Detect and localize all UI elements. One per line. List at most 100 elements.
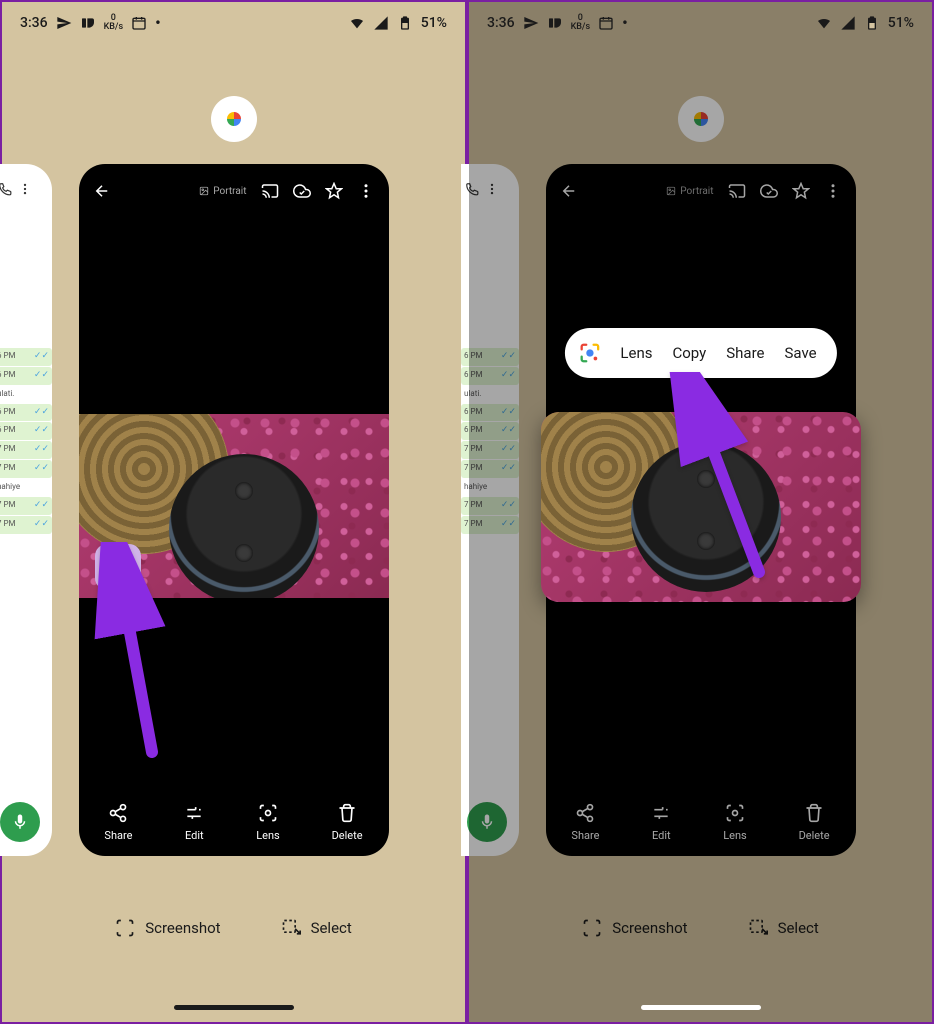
status-time: 3:36 bbox=[20, 15, 48, 31]
select-button[interactable]: Select bbox=[748, 918, 819, 938]
network-speed: 0 KB/s bbox=[104, 14, 124, 32]
screenshot-icon bbox=[582, 918, 602, 938]
more-vert-icon[interactable] bbox=[824, 182, 842, 200]
voice-message-button[interactable] bbox=[0, 802, 40, 842]
cast-icon[interactable] bbox=[261, 182, 279, 200]
chat-row: 6 PM✓✓ bbox=[461, 367, 519, 385]
lens-button[interactable]: Lens bbox=[256, 803, 280, 842]
image-action-popup: Lens Copy Share Save bbox=[564, 328, 836, 378]
chat-row: hahiye bbox=[0, 479, 52, 496]
back-icon[interactable] bbox=[560, 182, 578, 200]
mic-icon bbox=[11, 813, 29, 831]
send-icon bbox=[56, 15, 72, 31]
recents-footer: Screenshot Select bbox=[469, 918, 932, 938]
chat-row: 7 PM✓✓ bbox=[0, 497, 52, 515]
lens-icon bbox=[725, 803, 745, 823]
screenshot-button[interactable]: Screenshot bbox=[115, 918, 220, 938]
calendar-icon bbox=[598, 15, 614, 31]
google-lens-icon bbox=[578, 342, 600, 364]
annotation-arrow bbox=[659, 372, 779, 586]
chat-row: ulati. bbox=[0, 386, 52, 403]
share-icon bbox=[575, 803, 595, 823]
photo-viewer-topbar: Portrait bbox=[546, 164, 856, 210]
battery-percent: 51% bbox=[421, 15, 447, 31]
screenshot-right: 3:36 0 KB/s • 51% bbox=[467, 0, 934, 1024]
chat-row: hahiye bbox=[461, 479, 519, 496]
chat-row: 6 PM✓✓ bbox=[0, 348, 52, 366]
signal-icon bbox=[840, 15, 856, 31]
chat-row: 7 PM✓✓ bbox=[461, 516, 519, 534]
phone-icon bbox=[0, 182, 12, 199]
star-icon[interactable] bbox=[325, 182, 343, 200]
select-button[interactable]: Select bbox=[281, 918, 352, 938]
mode-label: Portrait bbox=[666, 186, 713, 197]
more-vert-icon[interactable] bbox=[485, 182, 499, 199]
calendar-icon bbox=[131, 15, 147, 31]
photo-viewer-bottombar: Share Edit Lens Delete bbox=[79, 803, 389, 842]
chat-row: 7 PM✓✓ bbox=[461, 497, 519, 515]
popup-share-button[interactable]: Share bbox=[726, 344, 764, 362]
battery-percent: 51% bbox=[888, 15, 914, 31]
wifi-icon bbox=[349, 15, 365, 31]
screenshot-left: 3:36 0 KB/s • 51% bbox=[0, 0, 467, 1024]
chat-row: 6 PM✓✓ bbox=[461, 422, 519, 440]
chat-row: 6 PM✓✓ bbox=[0, 367, 52, 385]
cast-icon[interactable] bbox=[728, 182, 746, 200]
chat-row: 6 PM✓✓ bbox=[0, 422, 52, 440]
app-icon-google-photos[interactable] bbox=[211, 96, 257, 142]
status-bar: 3:36 0 KB/s • 51% bbox=[469, 2, 932, 44]
popup-save-button[interactable]: Save bbox=[784, 344, 816, 362]
mode-label: Portrait bbox=[199, 186, 246, 197]
nav-pill[interactable] bbox=[174, 1005, 294, 1010]
delete-button[interactable]: Delete bbox=[332, 803, 363, 842]
screenshot-icon bbox=[115, 918, 135, 938]
photo-viewer-topbar: Portrait bbox=[79, 164, 389, 210]
more-vert-icon[interactable] bbox=[357, 182, 375, 200]
edit-icon bbox=[651, 803, 671, 823]
photo-viewer-bottombar: Share Edit Lens Delete bbox=[546, 803, 856, 842]
delete-icon bbox=[804, 803, 824, 823]
delete-icon bbox=[337, 803, 357, 823]
popup-lens-button[interactable]: Lens bbox=[620, 344, 652, 362]
chat-row: 7 PM✓✓ bbox=[461, 441, 519, 459]
edit-button[interactable]: Edit bbox=[184, 803, 204, 842]
chat-row: ulati. bbox=[461, 386, 519, 403]
google-photos-icon bbox=[220, 105, 248, 133]
back-icon[interactable] bbox=[93, 182, 111, 200]
screenshot-button[interactable]: Screenshot bbox=[582, 918, 687, 938]
share-button[interactable]: Share bbox=[104, 803, 132, 842]
status-bar: 3:36 0 KB/s • 51% bbox=[2, 2, 465, 44]
edit-button[interactable]: Edit bbox=[651, 803, 671, 842]
nav-pill[interactable] bbox=[641, 1005, 761, 1010]
app-icon-google-photos[interactable] bbox=[678, 96, 724, 142]
phone-icon bbox=[465, 182, 479, 199]
chat-row: 7 PM✓✓ bbox=[461, 460, 519, 478]
star-icon[interactable] bbox=[792, 182, 810, 200]
chat-row: 7 PM✓✓ bbox=[0, 516, 52, 534]
badge-icon bbox=[80, 15, 96, 31]
lens-button[interactable]: Lens bbox=[723, 803, 747, 842]
prev-app-card[interactable]: 6 PM✓✓ 6 PM✓✓ ulati. 6 PM✓✓ 6 PM✓✓ 7 PM✓… bbox=[0, 164, 52, 856]
badge-icon bbox=[547, 15, 563, 31]
delete-button[interactable]: Delete bbox=[799, 803, 830, 842]
status-time: 3:36 bbox=[487, 15, 515, 31]
lens-icon bbox=[258, 803, 278, 823]
share-icon bbox=[108, 803, 128, 823]
wifi-icon bbox=[816, 15, 832, 31]
mic-icon bbox=[478, 813, 496, 831]
send-icon bbox=[523, 15, 539, 31]
more-vert-icon[interactable] bbox=[18, 182, 32, 199]
chat-row: 6 PM✓✓ bbox=[461, 404, 519, 422]
chat-row: 6 PM✓✓ bbox=[461, 348, 519, 366]
cloud-check-icon[interactable] bbox=[293, 182, 311, 200]
popup-copy-button[interactable]: Copy bbox=[672, 344, 706, 362]
voice-message-button[interactable] bbox=[467, 802, 507, 842]
edit-icon bbox=[184, 803, 204, 823]
prev-app-card[interactable]: 6 PM✓✓ 6 PM✓✓ ulati. 6 PM✓✓ 6 PM✓✓ 7 PM✓… bbox=[461, 164, 519, 856]
share-button[interactable]: Share bbox=[571, 803, 599, 842]
chat-row: 7 PM✓✓ bbox=[0, 441, 52, 459]
battery-icon bbox=[397, 15, 413, 31]
recents-footer: Screenshot Select bbox=[2, 918, 465, 938]
select-icon bbox=[748, 918, 768, 938]
cloud-check-icon[interactable] bbox=[760, 182, 778, 200]
